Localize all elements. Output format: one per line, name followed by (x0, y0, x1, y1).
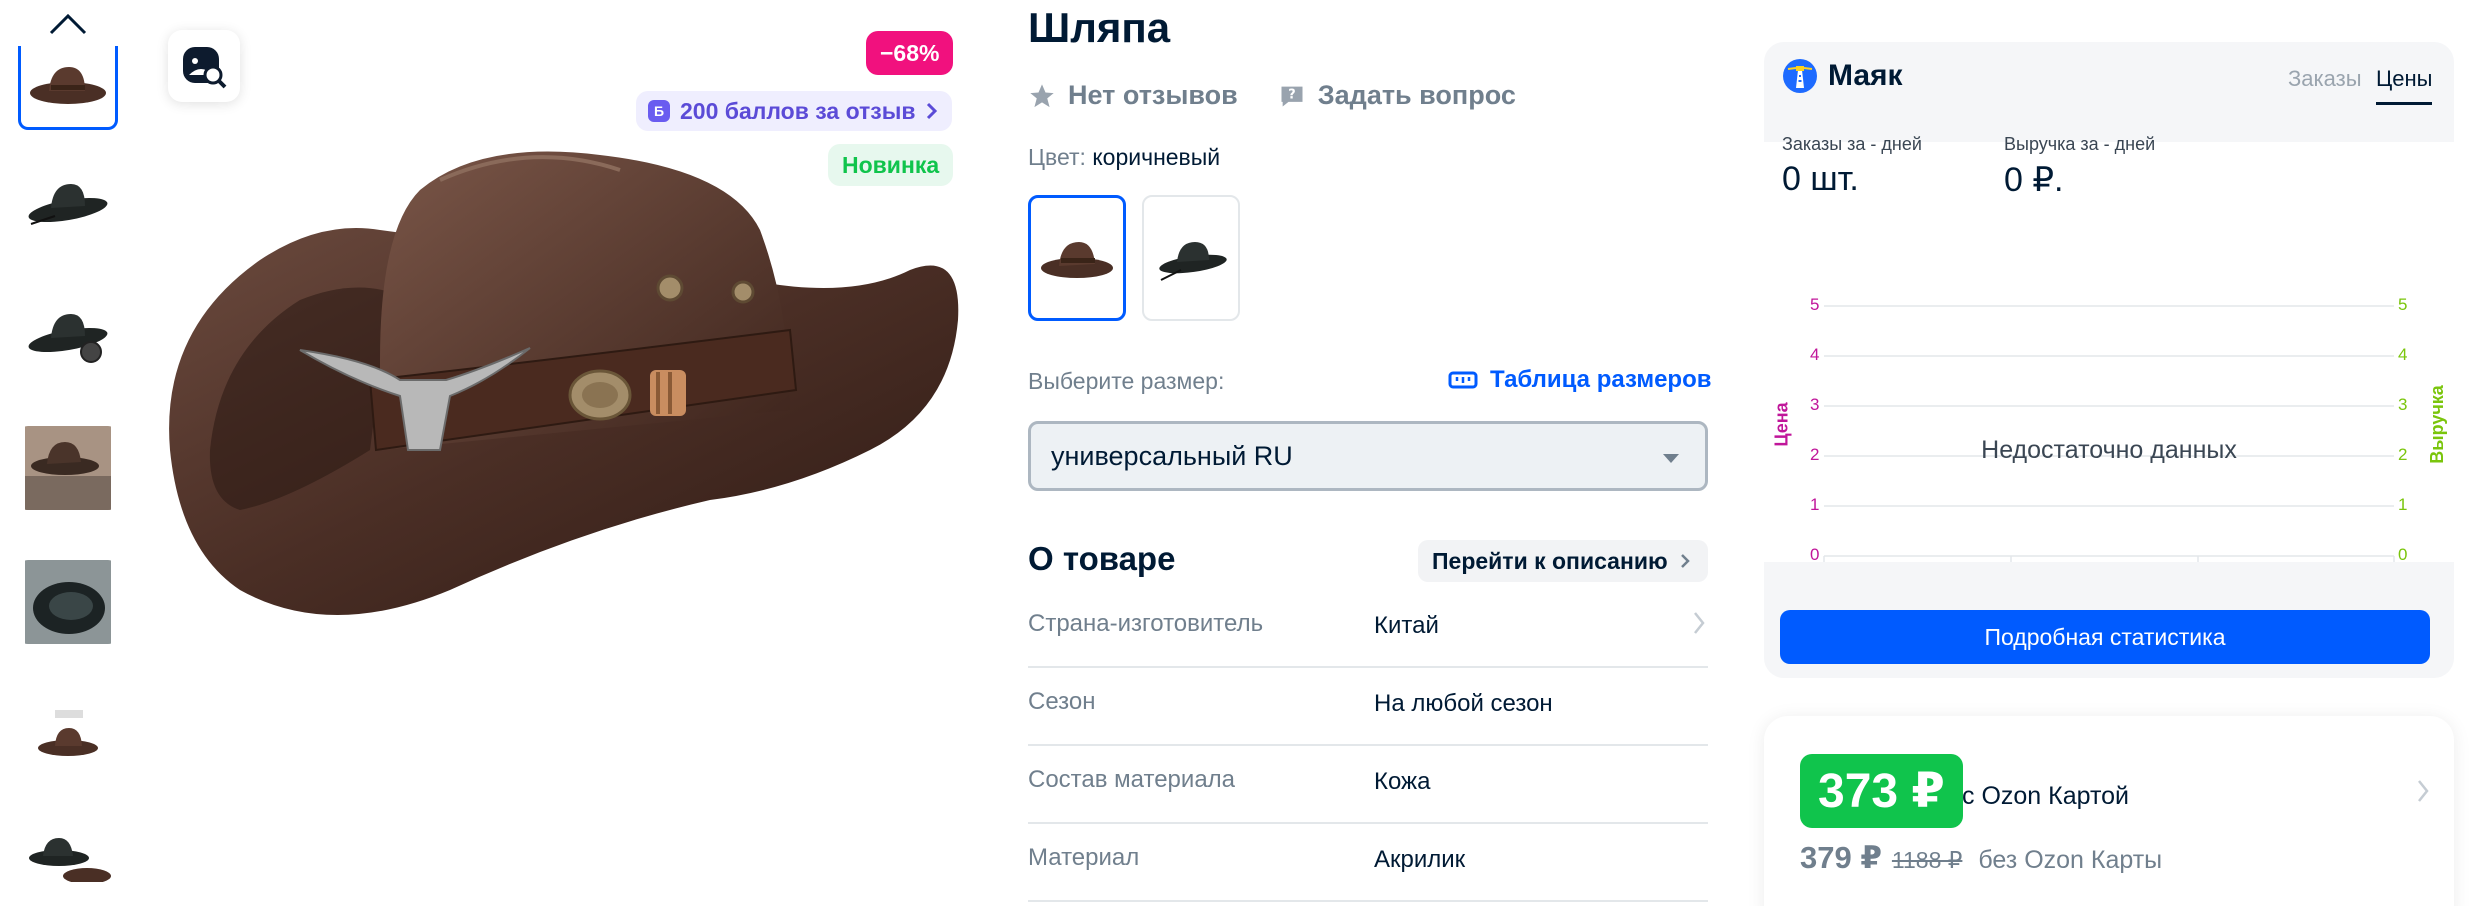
hat-swatch-image (1041, 242, 1113, 278)
thumbnail-3[interactable] (18, 294, 118, 378)
mayak-brand: Маяк (1828, 59, 1903, 92)
thumbnail-strip (0, 0, 140, 906)
mayak-chart: 5 4 3 2 1 0 5 4 3 2 1 0 Цена Выручка (1764, 232, 2454, 564)
spec-key: Сезон (1028, 688, 1096, 715)
no-data-message: Недостаточно данных (1981, 436, 2237, 464)
color-label: Цвет: коричневый (1028, 144, 1220, 171)
svg-text:?: ? (1288, 87, 1295, 102)
right-tick: 3 (2398, 395, 2408, 414)
mayak-widget: Маяк Заказы Цены Заказы за - дней 0 шт. … (1764, 42, 2454, 678)
chevron-right-icon (2418, 780, 2429, 802)
thumbnail-5[interactable] (18, 560, 118, 644)
thumbnail-2[interactable] (18, 160, 118, 244)
mayak-logo: Маяк (1782, 58, 1903, 94)
left-tick: 5 (1810, 295, 1820, 314)
size-table-label: Таблица размеров (1490, 366, 1712, 393)
star-icon (1030, 83, 1054, 107)
spec-row: Состав материала Кожа (1028, 746, 1708, 824)
color-value: коричневый (1092, 144, 1221, 170)
price-card[interactable]: 373 ₽ с Ozon Картой 379 ₽ 1188 ₽ без Ozo… (1764, 716, 2454, 906)
hat-swatch-image (1159, 242, 1227, 281)
spec-value: Кожа (1374, 768, 1431, 795)
hat-thumbnail-image (30, 66, 106, 104)
left-tick: 4 (1810, 345, 1820, 364)
points-icon: Б (648, 100, 670, 122)
left-tick: 1 (1810, 495, 1820, 514)
spec-value: Китай (1374, 612, 1439, 639)
size-table-link[interactable]: Таблица размеров (1448, 366, 1712, 394)
ask-question-label: Задать вопрос (1317, 80, 1516, 110)
chevron-right-icon (1694, 612, 1705, 634)
left-tick: 0 (1810, 545, 1820, 564)
chevron-up-icon (49, 13, 87, 35)
chart-gridlines (1823, 305, 2395, 562)
spec-row: Материал Акрилик (1028, 824, 1708, 902)
points-for-review-badge[interactable]: Б 200 баллов за отзыв (636, 91, 952, 131)
right-tick: 4 (2398, 345, 2408, 364)
thumbnail-7[interactable] (18, 816, 118, 888)
question-bubble-icon: ? (1281, 86, 1303, 106)
revenue-value: 0 ₽. (2004, 161, 2064, 199)
ask-question-link[interactable]: ? Задать вопрос (1278, 80, 1516, 111)
orders-label: Заказы за - дней (1782, 134, 1922, 154)
tab-orders[interactable]: Заказы (2288, 66, 2362, 92)
ozon-card-label: с Ozon Картой (1962, 782, 2130, 810)
regular-price: 379 ₽ (1800, 840, 1882, 875)
hat-inside-thumbnail-image (25, 560, 111, 644)
new-badge: Новинка (828, 144, 954, 186)
color-swatch-brown[interactable] (1028, 195, 1126, 321)
spec-key: Состав материала (1028, 766, 1236, 793)
ruler-icon (1448, 371, 1478, 389)
chevron-right-icon (1680, 554, 1690, 568)
spec-value: На любой сезон (1374, 690, 1553, 717)
color-label-key: Цвет: (1028, 144, 1086, 170)
size-label: Выберите размер: (1028, 368, 1225, 394)
spec-key: Страна-изготовитель (1028, 610, 1264, 637)
hat-thumbnail-image (28, 184, 108, 225)
without-card-label: без Ozon Карты (1978, 846, 2163, 874)
about-product-heading: О товаре (1028, 540, 1176, 577)
reviews-label: Нет отзывов (1068, 80, 1238, 110)
left-tick: 3 (1810, 395, 1820, 414)
caret-down-icon (1663, 454, 1679, 463)
reviews-link[interactable]: Нет отзывов (1028, 80, 1238, 111)
chevron-right-icon (926, 102, 937, 120)
lighthouse-icon (1783, 59, 1817, 93)
spec-row[interactable]: Страна-изготовитель Китай (1028, 590, 1708, 668)
thumbnail-4[interactable] (18, 426, 118, 510)
right-tick: 0 (2398, 545, 2408, 564)
scroll-up-button[interactable] (44, 6, 92, 42)
product-title: Шляпа (1028, 4, 1171, 51)
rating-row: Нет отзывов ? Задать вопрос (1028, 80, 1516, 111)
hat-thumbnail-image (38, 710, 98, 756)
spec-key: Материал (1028, 844, 1140, 871)
points-label: 200 баллов за отзыв (680, 97, 916, 124)
old-price: 1188 ₽ (1891, 847, 1963, 873)
hat-photo-thumbnail-image (25, 426, 111, 510)
spec-row: Сезон На любой сезон (1028, 668, 1708, 746)
go-to-description-label: Перейти к описанию (1432, 547, 1668, 574)
hat-thumbnail-image (28, 314, 108, 363)
thumbnail-6[interactable] (18, 694, 118, 778)
search-by-photo-button[interactable] (168, 30, 240, 102)
size-select[interactable]: универсальный RU (1028, 421, 1708, 491)
color-swatch-black[interactable] (1142, 195, 1240, 321)
size-select-value: универсальный RU (1051, 440, 1293, 471)
orders-value: 0 шт. (1782, 160, 1859, 198)
revenue-label: Выручка за - дней (2004, 134, 2156, 154)
price-without-card-row: 379 ₽ 1188 ₽ без Ozon Карты (1800, 840, 2162, 876)
spec-value: Акрилик (1374, 846, 1466, 873)
ozon-card-price: 373 ₽ (1800, 754, 1963, 828)
thumbnail-1[interactable] (18, 46, 118, 130)
discount-badge: −68% (866, 31, 954, 75)
detailed-stats-button[interactable]: Подробная статистика (1780, 610, 2430, 664)
hat-thumbnail-image (29, 838, 111, 882)
go-to-description-button[interactable]: Перейти к описанию (1418, 540, 1708, 582)
photo-search-icon (183, 47, 227, 89)
right-tick: 5 (2398, 295, 2408, 314)
right-tick: 1 (2398, 495, 2408, 514)
tab-prices[interactable]: Цены (2376, 66, 2433, 105)
